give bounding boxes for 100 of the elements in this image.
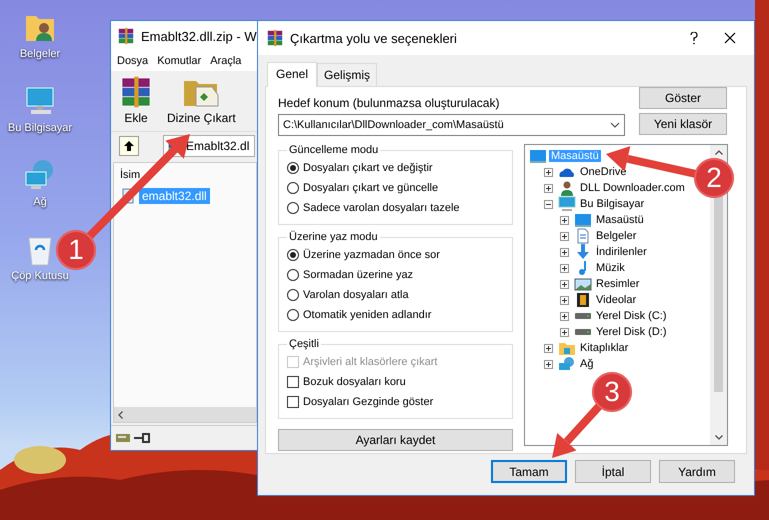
tree-item[interactable]: OneDrive xyxy=(578,166,628,178)
chevron-down-icon xyxy=(610,122,620,128)
monitor-icon xyxy=(574,212,592,228)
help-icon xyxy=(690,32,698,44)
option-label[interactable]: Otomatik yeniden adlandır xyxy=(303,309,432,321)
plus-icon xyxy=(546,186,551,190)
expand-toggle[interactable] xyxy=(560,264,569,272)
tree-item[interactable]: Müzik xyxy=(594,262,627,274)
radio-button[interactable] xyxy=(287,162,299,174)
radio-button[interactable] xyxy=(287,249,299,261)
plus-icon xyxy=(562,218,567,222)
plus-icon xyxy=(562,298,567,302)
plus-icon xyxy=(562,234,567,238)
tree-item[interactable]: Yerel Disk (C:) xyxy=(594,310,668,322)
dialog-title: Çıkartma yolu ve seçenekleri xyxy=(290,30,458,46)
collapse-toggle[interactable] xyxy=(544,200,553,208)
archive-icon xyxy=(266,29,284,47)
group-title: Üzerine yaz modu xyxy=(288,231,379,243)
option-label[interactable]: Bozuk dosyaları koru xyxy=(303,376,406,388)
chevron-left-icon xyxy=(118,410,123,418)
tree-item[interactable]: Ağ xyxy=(578,358,596,370)
plus-icon xyxy=(562,250,567,254)
folder-icon xyxy=(558,340,576,356)
up-arrow-icon xyxy=(123,140,135,152)
radio-button[interactable] xyxy=(287,182,299,194)
close-icon xyxy=(724,32,736,44)
plus-icon xyxy=(562,314,567,318)
chevron-down-icon xyxy=(714,435,722,440)
tab[interactable]: Genel xyxy=(267,62,318,87)
group-title: Çeşitli xyxy=(288,338,320,350)
expand-toggle[interactable] xyxy=(560,248,569,256)
expand-toggle[interactable] xyxy=(560,280,569,288)
plus-icon xyxy=(562,330,567,334)
option-label[interactable]: Sadece varolan dosyaları tazele xyxy=(303,202,460,214)
radio-button[interactable] xyxy=(287,202,299,214)
checkbox[interactable] xyxy=(287,396,299,408)
dialog-button[interactable]: İptal xyxy=(575,460,651,483)
computer-icon xyxy=(558,196,576,212)
option-label[interactable]: Dosyaları Gezginde göster xyxy=(303,396,434,408)
side-button[interactable]: Göster xyxy=(639,87,727,109)
option-label[interactable]: Sormadan üzerine yaz xyxy=(303,269,414,281)
tree-item[interactable]: Belgeler xyxy=(594,230,638,242)
tree-item[interactable]: Kitaplıklar xyxy=(578,342,630,354)
expand-toggle[interactable] xyxy=(560,216,569,224)
plus-icon xyxy=(546,170,551,174)
tab[interactable]: Gelişmiş xyxy=(317,63,378,86)
plus-icon xyxy=(546,346,551,350)
tree-item[interactable]: Masaüstü xyxy=(594,214,646,226)
chevron-up-icon xyxy=(714,150,722,155)
option-label[interactable]: Dosyaları çıkart ve güncelle xyxy=(303,182,438,194)
option-label[interactable]: Varolan dosyaları atla xyxy=(303,289,409,301)
plus-icon xyxy=(562,266,567,270)
archive-icon xyxy=(117,27,135,45)
minus-icon xyxy=(546,202,551,206)
tree-item[interactable]: Videolar xyxy=(594,294,638,306)
expand-toggle[interactable] xyxy=(560,328,569,336)
menu-item[interactable]: Komutlar xyxy=(157,55,202,67)
up-button[interactable] xyxy=(119,136,139,156)
tree-item[interactable]: Yerel Disk (D:) xyxy=(594,326,668,338)
group-title: Güncelleme modu xyxy=(288,144,380,156)
tree-item[interactable]: Bu Bilgisayar xyxy=(578,198,646,210)
expand-toggle[interactable] xyxy=(544,360,553,368)
drive-icon xyxy=(115,432,131,444)
monitor-icon xyxy=(528,148,546,164)
expand-toggle[interactable] xyxy=(560,232,569,240)
toolbar-button[interactable]: Ekle xyxy=(117,75,155,125)
destination-combo[interactable]: C:\Kullanıcılar\DllDownloader_com\Masaüstü xyxy=(278,114,625,136)
key-icon xyxy=(133,433,151,443)
expand-toggle[interactable] xyxy=(560,312,569,320)
radio-button[interactable] xyxy=(287,269,299,281)
menu-item[interactable]: Dosya xyxy=(117,55,148,67)
music-note-icon xyxy=(578,260,587,276)
expand-toggle[interactable] xyxy=(544,344,553,352)
landscape-icon xyxy=(574,276,592,292)
radio-button[interactable] xyxy=(287,309,299,321)
drive-icon xyxy=(574,329,590,335)
window-title: Emablt32.dll.zip - W xyxy=(141,28,257,44)
plus-icon xyxy=(546,362,551,366)
network-icon xyxy=(558,356,576,372)
save-settings-button[interactable]: Ayarları kaydet xyxy=(278,429,513,451)
option-label[interactable]: Dosyaları çıkart ve değiştir xyxy=(303,162,433,174)
dialog-button[interactable]: Yardım xyxy=(659,460,735,483)
field-label: Hedef konum (bulunmazsa oluşturulacak) xyxy=(278,96,500,110)
radio-button[interactable] xyxy=(287,289,299,301)
drive-icon xyxy=(574,313,590,319)
tree-item[interactable]: DLL Downloader.com xyxy=(578,182,687,194)
option-label[interactable]: Üzerine yazmadan önce sor xyxy=(303,249,440,261)
expand-toggle[interactable] xyxy=(544,168,553,176)
tree-item[interactable]: Resimler xyxy=(594,278,642,290)
column-header[interactable]: İsim xyxy=(114,163,256,187)
side-button[interactable]: Yeni klasör xyxy=(639,113,727,135)
tree-item[interactable]: İndirilenler xyxy=(594,246,649,258)
expand-toggle[interactable] xyxy=(544,184,553,192)
menu-item[interactable]: Araçla xyxy=(210,55,242,67)
dialog-button[interactable]: Tamam xyxy=(491,460,567,483)
horizontal-scrollbar[interactable] xyxy=(114,407,256,422)
expand-toggle[interactable] xyxy=(560,296,569,304)
plus-icon xyxy=(562,282,567,286)
toolbar-button[interactable]: Dizine Çıkart xyxy=(165,75,238,125)
checkbox[interactable] xyxy=(287,376,299,388)
